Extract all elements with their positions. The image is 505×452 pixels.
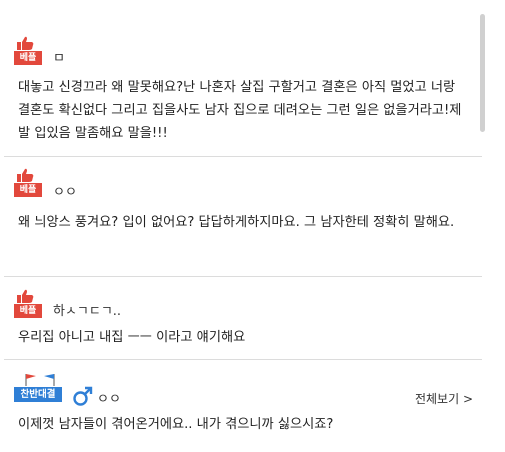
thumbs-up-icon [17,289,34,303]
divider [4,276,482,277]
divider [4,359,482,360]
debate-badge-label: 찬반대결 [14,387,62,402]
best-comment-badge: 베플 [14,168,44,198]
comment-text: 이제껏 남자들이 겪어온거에요.. 내가 겪으니까 싫으시죠? [18,417,334,432]
best-comment-badge: 베플 [14,289,44,319]
male-icon [73,386,93,406]
comment-author[interactable]: ㅇㅇ [53,181,77,200]
thumbs-up-icon [17,168,34,182]
divider [4,156,482,157]
best-badge-label: 베플 [14,183,42,197]
comment-author[interactable]: ㅇㅇ [97,388,121,407]
comment-text: 대놓고 신경끄라 왜 말못해요?난 나혼자 살집 구할거고 결혼은 아직 멀었고… [18,80,462,141]
comment-author[interactable]: ㅁ [53,47,65,66]
scrollbar[interactable] [480,14,485,132]
thumbs-up-icon [17,36,34,50]
debate-badge: 찬반대결 [14,372,64,402]
best-comment-badge: 베플 [14,36,44,66]
comment-author[interactable]: 하ㅅㄱㄷㄱ.. [53,300,121,319]
comment-text: 우리집 아니고 내집 ㅡㅡ 이라고 얘기해요 [18,330,246,345]
comment-text: 왜 늬앙스 풍겨요? 입이 없어요? 답답하게하지마요. 그 남자한테 정확히 … [18,215,455,230]
best-badge-label: 베플 [14,304,42,318]
flags-icon [25,374,55,386]
view-all-link[interactable]: 전체보기 > [415,390,473,407]
best-badge-label: 베플 [14,51,42,65]
